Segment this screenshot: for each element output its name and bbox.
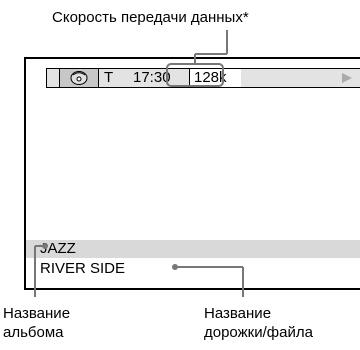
track-name: RIVER SIDE — [40, 260, 126, 277]
bitrate-caption: Скорость передачи данных* — [52, 9, 249, 26]
track-caption: Название дорожки/файла — [204, 304, 313, 342]
disc-cell — [59, 69, 99, 87]
album-caption-line2: альбома — [3, 324, 64, 341]
disc-icon — [70, 71, 88, 85]
track-caption-line1: Название — [204, 305, 272, 322]
album-caption: Название альбома — [3, 304, 70, 342]
status-bitrate: 128k — [194, 69, 227, 86]
bitrate-cell-divider — [189, 69, 190, 87]
status-bar: T 17:30 128k — [46, 68, 360, 88]
play-icon — [342, 73, 352, 83]
album-highlight-band — [26, 240, 360, 258]
display-screen: T 17:30 128k JAZZ RIVER SIDE — [24, 57, 360, 290]
status-time: 17:30 — [133, 69, 171, 86]
album-name: JAZZ — [40, 240, 76, 257]
album-caption-line1: Название — [3, 305, 71, 322]
track-caption-line2: дорожки/файла — [204, 324, 313, 341]
status-mode: T — [104, 69, 114, 86]
